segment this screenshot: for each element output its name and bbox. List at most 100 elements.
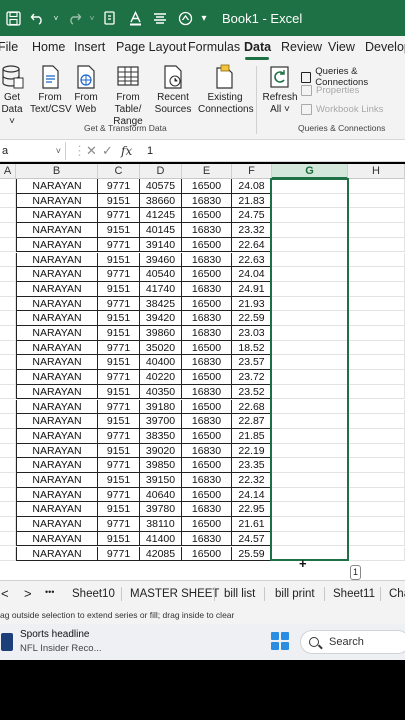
cell-h[interactable]	[348, 267, 405, 282]
cell-code[interactable]: 9151	[98, 414, 140, 429]
cell-result[interactable]: 22.68	[232, 399, 272, 415]
cell-amount[interactable]: 40350	[140, 384, 182, 400]
cell-rate[interactable]: 16500	[182, 546, 232, 562]
cell-amount[interactable]: 38350	[140, 428, 182, 444]
cell-name[interactable]: NARAYAN	[16, 517, 98, 532]
cell-a[interactable]	[0, 502, 16, 518]
cell-rate[interactable]: 16830	[182, 311, 232, 326]
cell-rate[interactable]: 16500	[182, 179, 232, 194]
cell-amount[interactable]: 35020	[140, 340, 182, 356]
cell-code[interactable]: 9151	[98, 443, 140, 459]
name-box[interactable]: a ˅	[0, 142, 66, 160]
cell-code[interactable]: 9771	[98, 208, 140, 224]
cell-a[interactable]	[0, 428, 16, 444]
cell-name[interactable]: NARAYAN	[16, 443, 98, 459]
cell-h[interactable]	[348, 340, 405, 356]
cell-name[interactable]: NARAYAN	[16, 208, 98, 224]
cell-result[interactable]: 23.72	[232, 370, 272, 385]
cell-rate[interactable]: 16500	[182, 399, 232, 415]
from-web-button[interactable]: From Web	[72, 64, 100, 116]
cell-h[interactable]	[348, 311, 405, 326]
cell-h[interactable]	[348, 531, 405, 547]
cell-a[interactable]	[0, 487, 16, 503]
cell-code[interactable]: 9151	[98, 355, 140, 371]
sheet-tab[interactable]: MASTER SHEET	[130, 588, 219, 600]
cell-amount[interactable]: 41740	[140, 281, 182, 297]
cell-rate[interactable]: 16830	[182, 414, 232, 429]
cell-rate[interactable]: 16830	[182, 326, 232, 341]
cell-h[interactable]	[348, 281, 405, 297]
column-header-f[interactable]: F	[232, 164, 272, 179]
cell-a[interactable]	[0, 443, 16, 459]
cell-h[interactable]	[348, 296, 405, 312]
cell-code[interactable]: 9771	[98, 428, 140, 444]
news-headline[interactable]: Sports headline	[20, 629, 90, 640]
cell-name[interactable]: NARAYAN	[16, 399, 98, 415]
cell-h[interactable]	[348, 223, 405, 238]
cell-h[interactable]	[348, 546, 405, 562]
insert-function-icon[interactable]: fx	[121, 142, 132, 160]
font-color-icon[interactable]	[123, 6, 147, 30]
cell-name[interactable]: NARAYAN	[16, 458, 98, 473]
cell-name[interactable]: NARAYAN	[16, 223, 98, 238]
cell-rate[interactable]: 16830	[182, 223, 232, 238]
cell-name[interactable]: NARAYAN	[16, 340, 98, 356]
cell-rate[interactable]: 16500	[182, 296, 232, 312]
cell-h[interactable]	[348, 428, 405, 444]
cell-a[interactable]	[0, 414, 16, 429]
cell-name[interactable]: NARAYAN	[16, 311, 98, 326]
tab-developer[interactable]: Developer	[365, 40, 405, 54]
cell-a[interactable]	[0, 355, 16, 371]
tab-view[interactable]: View	[328, 40, 355, 54]
cell-h[interactable]	[348, 370, 405, 385]
tab-insert[interactable]: Insert	[74, 40, 105, 54]
cell-rate[interactable]: 16500	[182, 428, 232, 444]
cell-a[interactable]	[0, 340, 16, 356]
cell-code[interactable]: 9151	[98, 384, 140, 400]
cell-rate[interactable]: 16500	[182, 458, 232, 473]
chevron-down-icon[interactable]: ˅	[56, 142, 61, 160]
cell-amount[interactable]: 39020	[140, 443, 182, 459]
cell-amount[interactable]: 40640	[140, 487, 182, 503]
sheet-tab[interactable]: bill list	[224, 588, 255, 600]
cell-h[interactable]	[348, 473, 405, 488]
cell-result[interactable]: 23.52	[232, 384, 272, 400]
cell-name[interactable]: NARAYAN	[16, 355, 98, 371]
save-icon[interactable]	[1, 6, 25, 30]
cell-h[interactable]	[348, 237, 405, 253]
get-data-button[interactable]: Get Data ˅	[0, 64, 26, 128]
cell-result[interactable]: 24.75	[232, 208, 272, 224]
cell-result[interactable]: 24.08	[232, 179, 272, 194]
cell-amount[interactable]: 39850	[140, 458, 182, 473]
cell-a[interactable]	[0, 252, 16, 268]
cell-a[interactable]	[0, 223, 16, 238]
cell-code[interactable]: 9771	[98, 237, 140, 253]
cell-code[interactable]: 9151	[98, 473, 140, 488]
cell-code[interactable]: 9771	[98, 370, 140, 385]
sheet-prev-button[interactable]: <	[1, 586, 9, 601]
cell-rate[interactable]: 16500	[182, 340, 232, 356]
cell-code[interactable]: 9771	[98, 179, 140, 194]
cell-name[interactable]: NARAYAN	[16, 473, 98, 488]
cell-result[interactable]: 22.63	[232, 252, 272, 268]
cell-rate[interactable]: 16830	[182, 384, 232, 400]
cell-code[interactable]: 9771	[98, 399, 140, 415]
cell-amount[interactable]: 39460	[140, 252, 182, 268]
cell-name[interactable]: NARAYAN	[16, 546, 98, 562]
cell-amount[interactable]: 40220	[140, 370, 182, 385]
cell-result[interactable]: 21.85	[232, 428, 272, 444]
shape-icon[interactable]	[173, 6, 197, 30]
cell-name[interactable]: NARAYAN	[16, 487, 98, 503]
cell-rate[interactable]: 16830	[182, 193, 232, 209]
cell-h[interactable]	[348, 414, 405, 429]
tab-data[interactable]: Data	[244, 40, 271, 54]
cell-amount[interactable]: 42085	[140, 546, 182, 562]
cell-result[interactable]: 24.57	[232, 531, 272, 547]
cell-h[interactable]	[348, 443, 405, 459]
cell-h[interactable]	[348, 517, 405, 532]
cell-amount[interactable]: 40540	[140, 267, 182, 282]
tab-page-layout[interactable]: Page Layout	[116, 40, 186, 54]
cell-a[interactable]	[0, 399, 16, 415]
cell-name[interactable]: NARAYAN	[16, 502, 98, 518]
sheet-tab[interactable]: Cha	[389, 588, 405, 600]
